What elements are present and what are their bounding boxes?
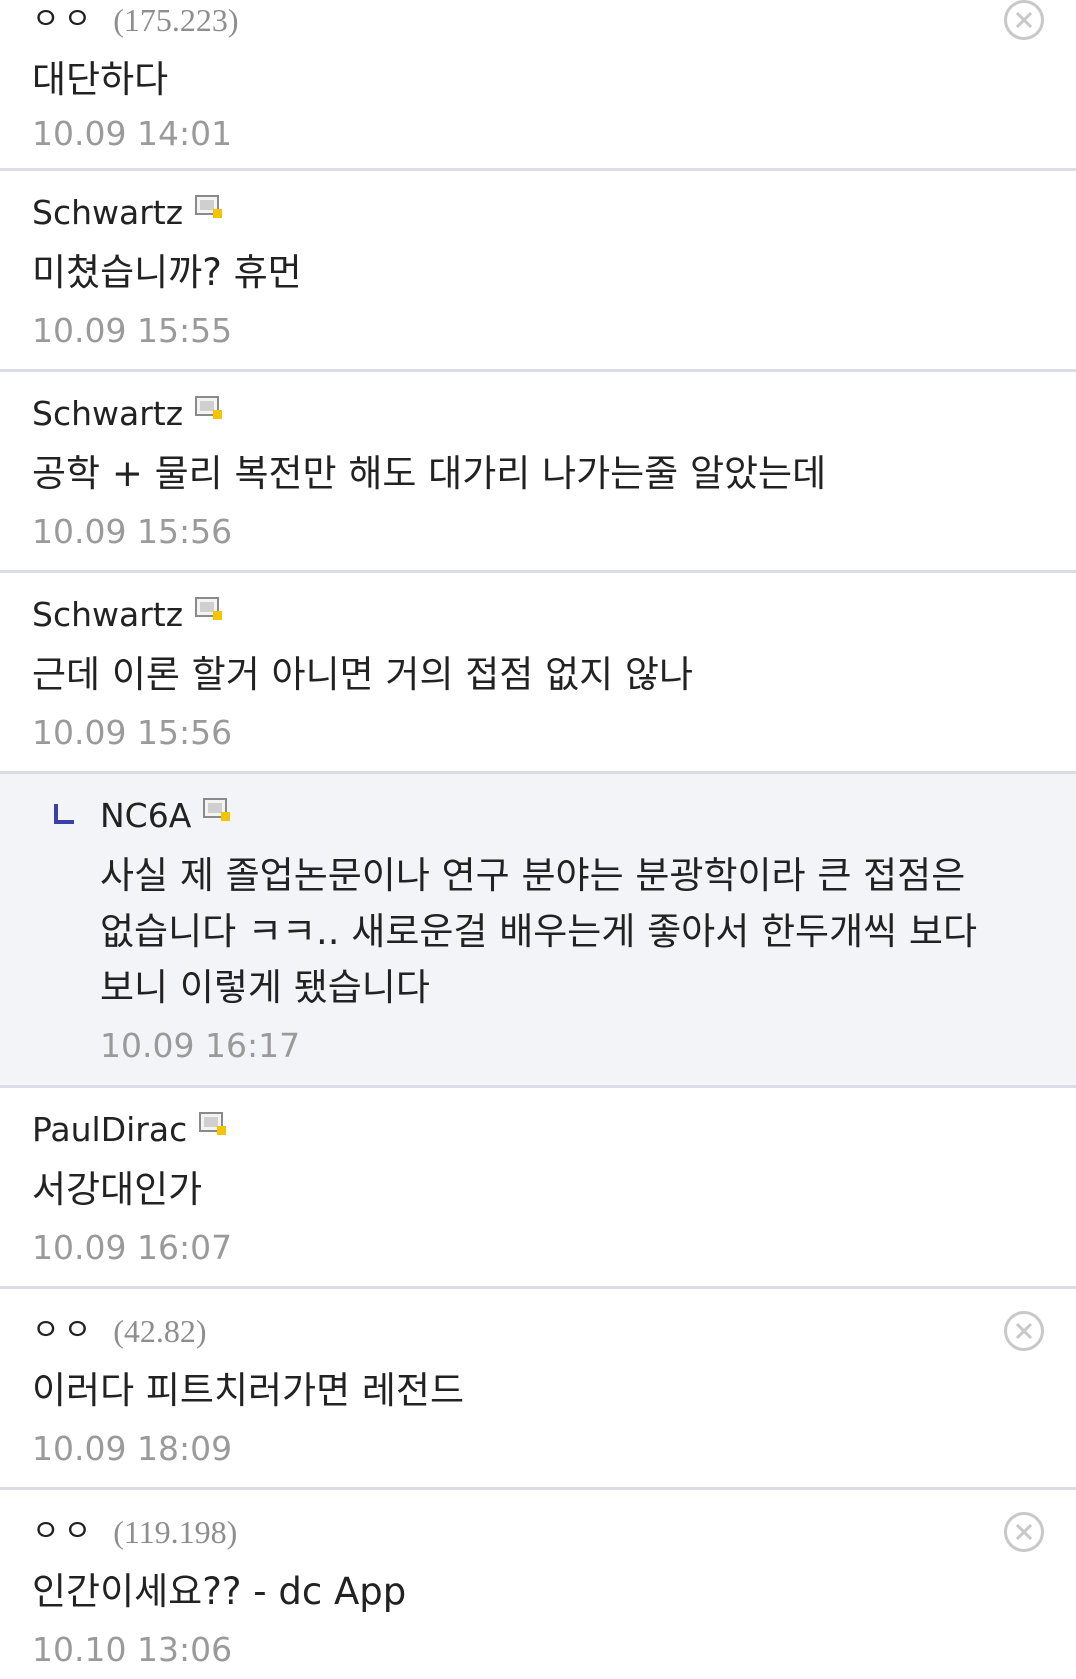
comment-item: Schwartz 미쳤습니까? 휴먼 10.09 15:55 bbox=[0, 171, 1076, 372]
comment-content: 대단하다 bbox=[32, 58, 169, 101]
gallog-icon[interactable] bbox=[195, 195, 223, 219]
comment-item: ㅇㅇ (119.198) 인간이세요?? - dc App 10.10 13:0… bbox=[0, 1490, 1076, 1676]
comment-item: Schwartz 근데 이론 할거 아니면 거의 접점 없지 않나 10.09 … bbox=[0, 573, 1076, 774]
comment-item: Schwartz 공학 + 물리 복전만 해도 대가리 나가는줄 알았는데 10… bbox=[0, 372, 1076, 573]
delete-icon bbox=[1015, 1322, 1033, 1340]
comment-nickname[interactable]: Schwartz bbox=[32, 193, 183, 233]
gallog-icon[interactable] bbox=[199, 1112, 227, 1136]
comment-content: 서강대인가 bbox=[32, 1168, 203, 1211]
comment-content: 이러다 피트치러가면 레전드 bbox=[32, 1369, 465, 1412]
comment-content: 근데 이론 할거 아니면 거의 접점 없지 않나 bbox=[32, 653, 694, 696]
comment-nickname[interactable]: ㅇㅇ bbox=[32, 0, 95, 40]
comment-date: 10.09 14:01 bbox=[32, 114, 233, 153]
delete-button[interactable] bbox=[1004, 1512, 1044, 1552]
comment-list: ㅇㅇ (175.223) 대단하다 10.09 14:01 Schwartz 미… bbox=[0, 0, 1076, 1676]
gallog-icon[interactable] bbox=[195, 396, 223, 420]
comment-item: PaulDirac 서강대인가 10.09 16:07 bbox=[0, 1088, 1076, 1289]
reply-arrow-icon bbox=[54, 804, 74, 824]
comment-content: 미쳤습니까? 휴먼 bbox=[32, 251, 302, 294]
comment-item: ㅇㅇ (42.82) 이러다 피트치러가면 레전드 10.09 18:09 bbox=[0, 1289, 1076, 1490]
comment-nickname[interactable]: Schwartz bbox=[32, 595, 183, 635]
comment-item: ㅇㅇ (175.223) 대단하다 10.09 14:01 bbox=[0, 0, 1076, 171]
comment-date: 10.09 15:56 bbox=[32, 512, 233, 551]
comment-nickname[interactable]: Schwartz bbox=[32, 394, 183, 434]
comment-date: 10.10 13:06 bbox=[32, 1630, 233, 1669]
delete-icon bbox=[1015, 1523, 1033, 1541]
comment-date: 10.09 16:07 bbox=[32, 1228, 233, 1267]
delete-button[interactable] bbox=[1004, 0, 1044, 40]
comment-content: 사실 제 졸업논문이나 연구 분야는 분광학이라 큰 접점은 없습니다 ㅋㅋ..… bbox=[100, 854, 978, 1009]
comment-ip: (175.223) bbox=[113, 2, 239, 38]
comment-nickname[interactable]: NC6A bbox=[100, 796, 191, 836]
reply-item: NC6A 사실 제 졸업논문이나 연구 분야는 분광학이라 큰 접점은 없습니다… bbox=[0, 774, 1076, 1088]
comment-nickname[interactable]: ㅇㅇ bbox=[32, 1311, 95, 1351]
comment-date: 10.09 15:56 bbox=[32, 713, 233, 752]
comment-nickname[interactable]: PaulDirac bbox=[32, 1110, 187, 1150]
delete-button[interactable] bbox=[1004, 1311, 1044, 1351]
comment-date: 10.09 18:09 bbox=[32, 1429, 233, 1468]
comment-ip: (42.82) bbox=[113, 1313, 207, 1349]
comment-content: 공학 + 물리 복전만 해도 대가리 나가는줄 알았는데 bbox=[32, 452, 827, 495]
gallog-icon[interactable] bbox=[195, 597, 223, 621]
comment-date: 10.09 15:55 bbox=[32, 311, 233, 350]
comment-content: 인간이세요?? - dc App bbox=[32, 1570, 407, 1613]
comment-ip: (119.198) bbox=[113, 1514, 238, 1550]
comment-nickname[interactable]: ㅇㅇ bbox=[32, 1512, 95, 1552]
comment-date: 10.09 16:17 bbox=[100, 1026, 301, 1065]
gallog-icon[interactable] bbox=[203, 798, 231, 822]
delete-icon bbox=[1015, 11, 1033, 29]
